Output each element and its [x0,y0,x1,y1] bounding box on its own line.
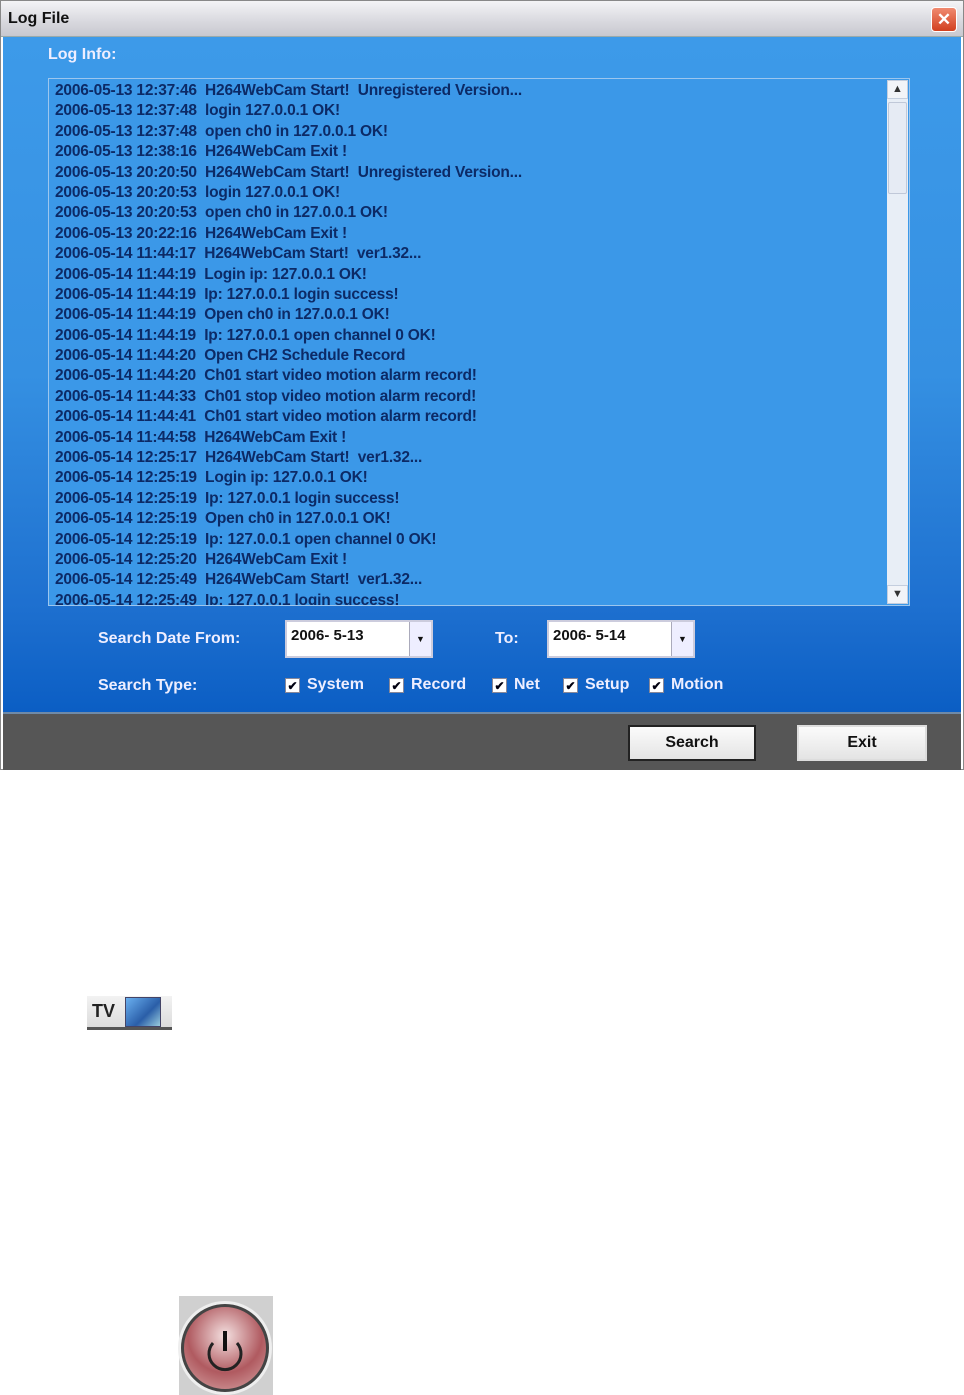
checkbox-icon[interactable]: ✔ [492,677,507,693]
log-line[interactable]: 2006-05-14 12:25:19 Login ip: 127.0.0.1 … [55,468,885,488]
date-from-label: Search Date From: [98,630,241,647]
log-line[interactable]: 2006-05-14 11:44:19 Ip: 127.0.0.1 login … [55,285,885,305]
checkbox-icon[interactable]: ✔ [563,677,578,693]
date-to-value: 2006- 5-14 [553,627,626,644]
checkbox-motion[interactable]: ✔ Motion [649,676,723,694]
log-line[interactable]: 2006-05-14 12:25:17 H264WebCam Start! ve… [55,448,885,468]
log-line[interactable]: 2006-05-13 20:20:50 H264WebCam Start! Un… [55,163,885,183]
date-from-picker[interactable]: 2006- 5-13 ▼ [285,620,433,658]
tv-toolbar-button[interactable]: TV [87,996,172,1030]
dropdown-arrow-icon[interactable]: ▼ [409,622,431,656]
log-line[interactable]: 2006-05-14 11:44:19 Ip: 127.0.0.1 open c… [55,326,885,346]
checkbox-setup[interactable]: ✔ Setup [563,676,629,694]
log-list[interactable]: 2006-05-13 12:37:46 H264WebCam Start! Un… [48,78,910,606]
power-button[interactable] [179,1296,273,1395]
checkbox-label: Net [514,676,540,693]
log-line[interactable]: 2006-05-14 11:44:19 Login ip: 127.0.0.1 … [55,265,885,285]
log-line[interactable]: 2006-05-14 11:44:20 Ch01 start video mot… [55,366,885,386]
checkbox-icon[interactable]: ✔ [649,677,664,693]
tv-label: TV [92,1001,116,1021]
log-line[interactable]: 2006-05-14 12:25:19 Open ch0 in 127.0.0.… [55,509,885,529]
log-line[interactable]: 2006-05-14 11:44:19 Open ch0 in 127.0.0.… [55,305,885,325]
title-bar: Log File ✕ [1,1,963,37]
checkbox-label: Record [411,676,467,693]
tv-camera-icon [125,997,161,1027]
log-line[interactable]: 2006-05-14 11:44:58 H264WebCam Exit ! [55,428,885,448]
power-icon [181,1304,269,1392]
log-info-label: Log Info: [48,46,117,63]
log-line[interactable]: 2006-05-14 11:44:33 Ch01 stop video moti… [55,387,885,407]
button-bar: Search Exit [3,712,961,770]
log-line[interactable]: 2006-05-14 11:44:17 H264WebCam Start! ve… [55,244,885,264]
log-line[interactable]: 2006-05-13 12:37:48 login 127.0.0.1 OK! [55,101,885,121]
log-line[interactable]: 2006-05-14 12:25:49 Ip: 127.0.0.1 login … [55,591,885,605]
scrollbar[interactable]: ▲ ▼ [887,80,908,604]
scroll-thumb[interactable] [888,102,907,194]
log-line[interactable]: 2006-05-13 20:20:53 open ch0 in 127.0.0.… [55,203,885,223]
date-to-label: To: [495,630,519,647]
dialog-body: Log Info: 2006-05-13 12:37:46 H264WebCam… [3,37,961,712]
date-to-picker[interactable]: 2006- 5-14 ▼ [547,620,695,658]
log-line[interactable]: 2006-05-14 12:25:20 H264WebCam Exit ! [55,550,885,570]
checkbox-label: System [307,676,364,693]
log-line[interactable]: 2006-05-13 12:37:46 H264WebCam Start! Un… [55,81,885,101]
checkbox-icon[interactable]: ✔ [285,677,300,693]
scroll-down-icon[interactable]: ▼ [887,585,908,604]
checkbox-system[interactable]: ✔ System [285,676,364,694]
window-title: Log File [8,10,70,27]
log-line[interactable]: 2006-05-13 20:20:53 login 127.0.0.1 OK! [55,183,885,203]
search-button[interactable]: Search [628,725,756,761]
search-type-label: Search Type: [98,677,198,694]
scroll-up-icon[interactable]: ▲ [887,80,908,99]
checkbox-label: Motion [671,676,724,693]
exit-button[interactable]: Exit [797,725,927,761]
checkbox-label: Setup [585,676,630,693]
checkbox-icon[interactable]: ✔ [389,677,404,693]
dropdown-arrow-icon[interactable]: ▼ [671,622,693,656]
checkbox-net[interactable]: ✔ Net [492,676,540,694]
log-line[interactable]: 2006-05-13 12:37:48 open ch0 in 127.0.0.… [55,122,885,142]
log-line[interactable]: 2006-05-14 12:25:19 Ip: 127.0.0.1 open c… [55,530,885,550]
close-icon[interactable]: ✕ [931,7,957,32]
log-line[interactable]: 2006-05-13 12:38:16 H264WebCam Exit ! [55,142,885,162]
log-line[interactable]: 2006-05-14 12:25:49 H264WebCam Start! ve… [55,570,885,590]
log-line[interactable]: 2006-05-13 20:22:16 H264WebCam Exit ! [55,224,885,244]
checkbox-record[interactable]: ✔ Record [389,676,466,694]
date-from-value: 2006- 5-13 [291,627,364,644]
log-line[interactable]: 2006-05-14 11:44:41 Ch01 start video mot… [55,407,885,427]
log-file-window: Log File ✕ Log Info: 2006-05-13 12:37:46… [0,0,964,770]
log-line[interactable]: 2006-05-14 11:44:20 Open CH2 Schedule Re… [55,346,885,366]
log-line[interactable]: 2006-05-14 12:25:19 Ip: 127.0.0.1 login … [55,489,885,509]
